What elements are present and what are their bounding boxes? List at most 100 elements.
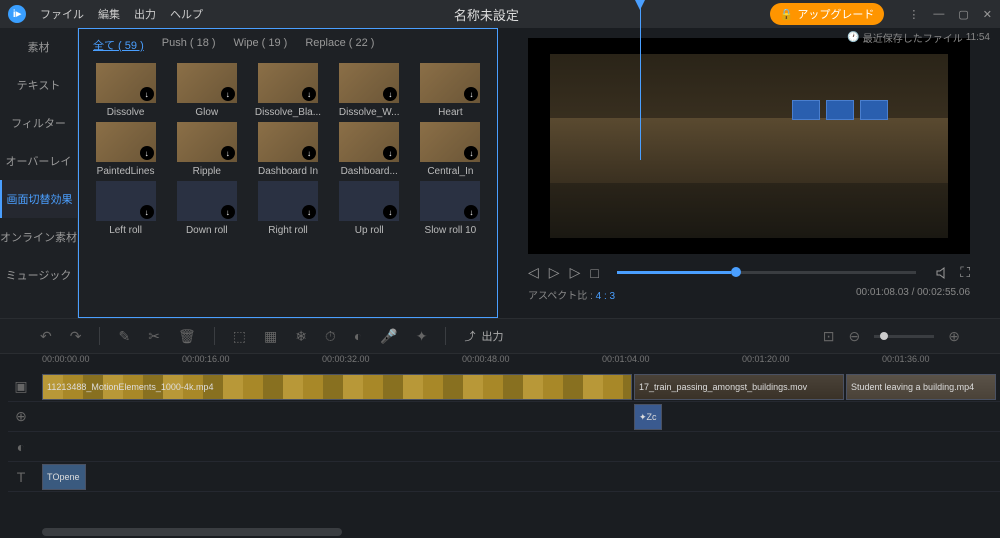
next-frame-icon[interactable]: ▷ bbox=[570, 264, 581, 281]
download-icon[interactable]: ↓ bbox=[302, 87, 316, 101]
play-icon[interactable]: ▷ bbox=[549, 264, 560, 281]
download-icon[interactable]: ↓ bbox=[464, 87, 478, 101]
speed-icon[interactable]: ⏱ bbox=[325, 328, 336, 345]
effect-label: Down roll bbox=[186, 225, 228, 236]
maximize-icon[interactable]: ▢ bbox=[958, 8, 968, 21]
download-icon[interactable]: ↓ bbox=[140, 146, 154, 160]
effect-label: Up roll bbox=[355, 225, 384, 236]
sidebar-item-online[interactable]: オンライン素材 bbox=[0, 218, 77, 256]
download-icon[interactable]: ↓ bbox=[464, 146, 478, 160]
menu-export[interactable]: 出力 bbox=[134, 6, 156, 22]
cut-icon[interactable]: ✂ bbox=[148, 328, 160, 345]
tab-push[interactable]: Push ( 18 ) bbox=[162, 37, 216, 53]
download-icon[interactable]: ↓ bbox=[140, 205, 154, 219]
effect-thumb[interactable]: ↓ bbox=[96, 63, 156, 103]
menu-edit[interactable]: 編集 bbox=[98, 6, 120, 22]
timecode: 00:01:08.03 / 00:02:55.06 bbox=[856, 287, 970, 302]
prev-frame-icon[interactable]: ◁ bbox=[528, 264, 539, 281]
tab-all[interactable]: 全て ( 59 ) bbox=[93, 37, 144, 53]
clip-video-1[interactable]: 11213488_MotionElements_1000-4k.mp4 bbox=[42, 374, 632, 400]
download-icon[interactable]: ↓ bbox=[383, 146, 397, 160]
effect-track[interactable]: ⊕ ✦ Zc bbox=[8, 402, 1000, 432]
sidebar-item-text[interactable]: テキスト bbox=[0, 66, 77, 104]
filter-track-icon: ◐ bbox=[8, 439, 34, 455]
volume-icon[interactable] bbox=[934, 265, 950, 281]
video-track[interactable]: ▣ 11213488_MotionElements_1000-4k.mp4 17… bbox=[8, 372, 1000, 402]
text-track[interactable]: T T Opene bbox=[8, 462, 1000, 492]
freeze-icon[interactable]: ❄ bbox=[295, 328, 307, 345]
effect-thumb[interactable]: ↓ bbox=[339, 63, 399, 103]
fullscreen-icon[interactable]: ⛶ bbox=[960, 264, 970, 281]
effect-thumb[interactable]: ↓ bbox=[420, 63, 480, 103]
effect-label: Left roll bbox=[109, 225, 142, 236]
download-icon[interactable]: ↓ bbox=[221, 205, 235, 219]
effect-label: Dissolve_W... bbox=[339, 107, 400, 118]
mosaic-icon[interactable]: ▦ bbox=[264, 328, 277, 345]
effect-thumb[interactable]: ↓ bbox=[96, 122, 156, 162]
download-icon[interactable]: ↓ bbox=[221, 87, 235, 101]
download-icon[interactable]: ↓ bbox=[302, 146, 316, 160]
ruler-mark: 00:00:48.00 bbox=[462, 354, 510, 364]
clip-video-2[interactable]: 17_train_passing_amongst_buildings.mov bbox=[634, 374, 844, 400]
undo-icon[interactable]: ↶ bbox=[40, 328, 52, 345]
text-track-icon: T bbox=[8, 469, 34, 485]
download-icon[interactable]: ↓ bbox=[302, 205, 316, 219]
sidebar-item-overlay[interactable]: オーバーレイ bbox=[0, 142, 77, 180]
download-icon[interactable]: ↓ bbox=[464, 205, 478, 219]
video-track-icon: ▣ bbox=[8, 378, 34, 395]
sidebar-item-filter[interactable]: フィルター bbox=[0, 104, 77, 142]
tab-replace[interactable]: Replace ( 22 ) bbox=[305, 37, 374, 53]
effect-thumb[interactable]: ↓ bbox=[177, 63, 237, 103]
timeline-scrollbar[interactable] bbox=[42, 528, 342, 536]
tab-wipe[interactable]: Wipe ( 19 ) bbox=[234, 37, 288, 53]
zoom-slider[interactable] bbox=[874, 335, 934, 338]
time-ruler[interactable]: 00:00:00.0000:00:16.0000:00:32.0000:00:4… bbox=[0, 354, 1000, 372]
progress-bar[interactable] bbox=[617, 271, 916, 274]
aspect-ratio: アスペクト比 : 4 : 3 bbox=[528, 287, 615, 302]
effect-thumb[interactable]: ↓ bbox=[96, 181, 156, 221]
effect-thumb[interactable]: ↓ bbox=[177, 122, 237, 162]
download-icon[interactable]: ↓ bbox=[140, 87, 154, 101]
browser-tabs: 全て ( 59 ) Push ( 18 ) Wipe ( 19 ) Replac… bbox=[79, 37, 497, 63]
effect-label: Heart bbox=[438, 107, 462, 118]
sidebar-item-music[interactable]: ミュージック bbox=[0, 256, 77, 294]
effect-thumb[interactable]: ↓ bbox=[420, 122, 480, 162]
clip-fx[interactable]: ✦ Zc bbox=[634, 404, 662, 430]
more-icon[interactable]: ⋮ bbox=[908, 8, 919, 21]
download-icon[interactable]: ↓ bbox=[383, 205, 397, 219]
sidebar-item-transition[interactable]: 画面切替効果 bbox=[0, 180, 77, 218]
color-icon[interactable]: ◐ bbox=[354, 328, 362, 344]
mic-icon[interactable]: 🎤 bbox=[380, 328, 397, 345]
redo-icon[interactable]: ↷ bbox=[70, 328, 82, 345]
crop-icon[interactable]: ⬚ bbox=[233, 328, 246, 345]
download-icon[interactable]: ↓ bbox=[383, 87, 397, 101]
zoom-out-icon[interactable]: ⊖ bbox=[849, 328, 861, 345]
menu-help[interactable]: ヘルプ bbox=[170, 6, 203, 22]
preview-frame bbox=[550, 54, 948, 238]
upgrade-button[interactable]: 🔒 アップグレード bbox=[770, 3, 885, 25]
effect-thumb[interactable]: ↓ bbox=[258, 122, 318, 162]
effect-thumb[interactable]: ↓ bbox=[420, 181, 480, 221]
minimize-icon[interactable]: — bbox=[933, 8, 944, 21]
chroma-icon[interactable]: ✦ bbox=[416, 328, 428, 345]
clip-text[interactable]: T Opene bbox=[42, 464, 86, 490]
fit-icon[interactable]: ⊡ bbox=[823, 328, 835, 345]
effect-grid: ↓Dissolve↓Glow↓Dissolve_Bla...↓Dissolve_… bbox=[79, 63, 497, 236]
clip-video-3[interactable]: Student leaving a building.mp4 bbox=[846, 374, 996, 400]
sidebar-item-media[interactable]: 素材 bbox=[0, 28, 77, 66]
effect-thumb[interactable]: ↓ bbox=[258, 181, 318, 221]
menu-file[interactable]: ファイル bbox=[40, 6, 84, 22]
close-icon[interactable]: ✕ bbox=[983, 8, 992, 21]
filter-track[interactable]: ◐ bbox=[8, 432, 1000, 462]
zoom-in-icon[interactable]: ⊕ bbox=[948, 328, 960, 345]
stop-icon[interactable]: □ bbox=[590, 265, 598, 281]
delete-icon[interactable]: 🗑 bbox=[178, 328, 196, 345]
effect-thumb[interactable]: ↓ bbox=[177, 181, 237, 221]
edit-icon[interactable]: ✎ bbox=[118, 328, 130, 345]
effect-thumb[interactable]: ↓ bbox=[339, 122, 399, 162]
ruler-mark: 00:01:20.00 bbox=[742, 354, 790, 364]
download-icon[interactable]: ↓ bbox=[221, 146, 235, 160]
effect-thumb[interactable]: ↓ bbox=[258, 63, 318, 103]
effect-thumb[interactable]: ↓ bbox=[339, 181, 399, 221]
export-button[interactable]: ⤴ 出力 bbox=[464, 328, 503, 344]
